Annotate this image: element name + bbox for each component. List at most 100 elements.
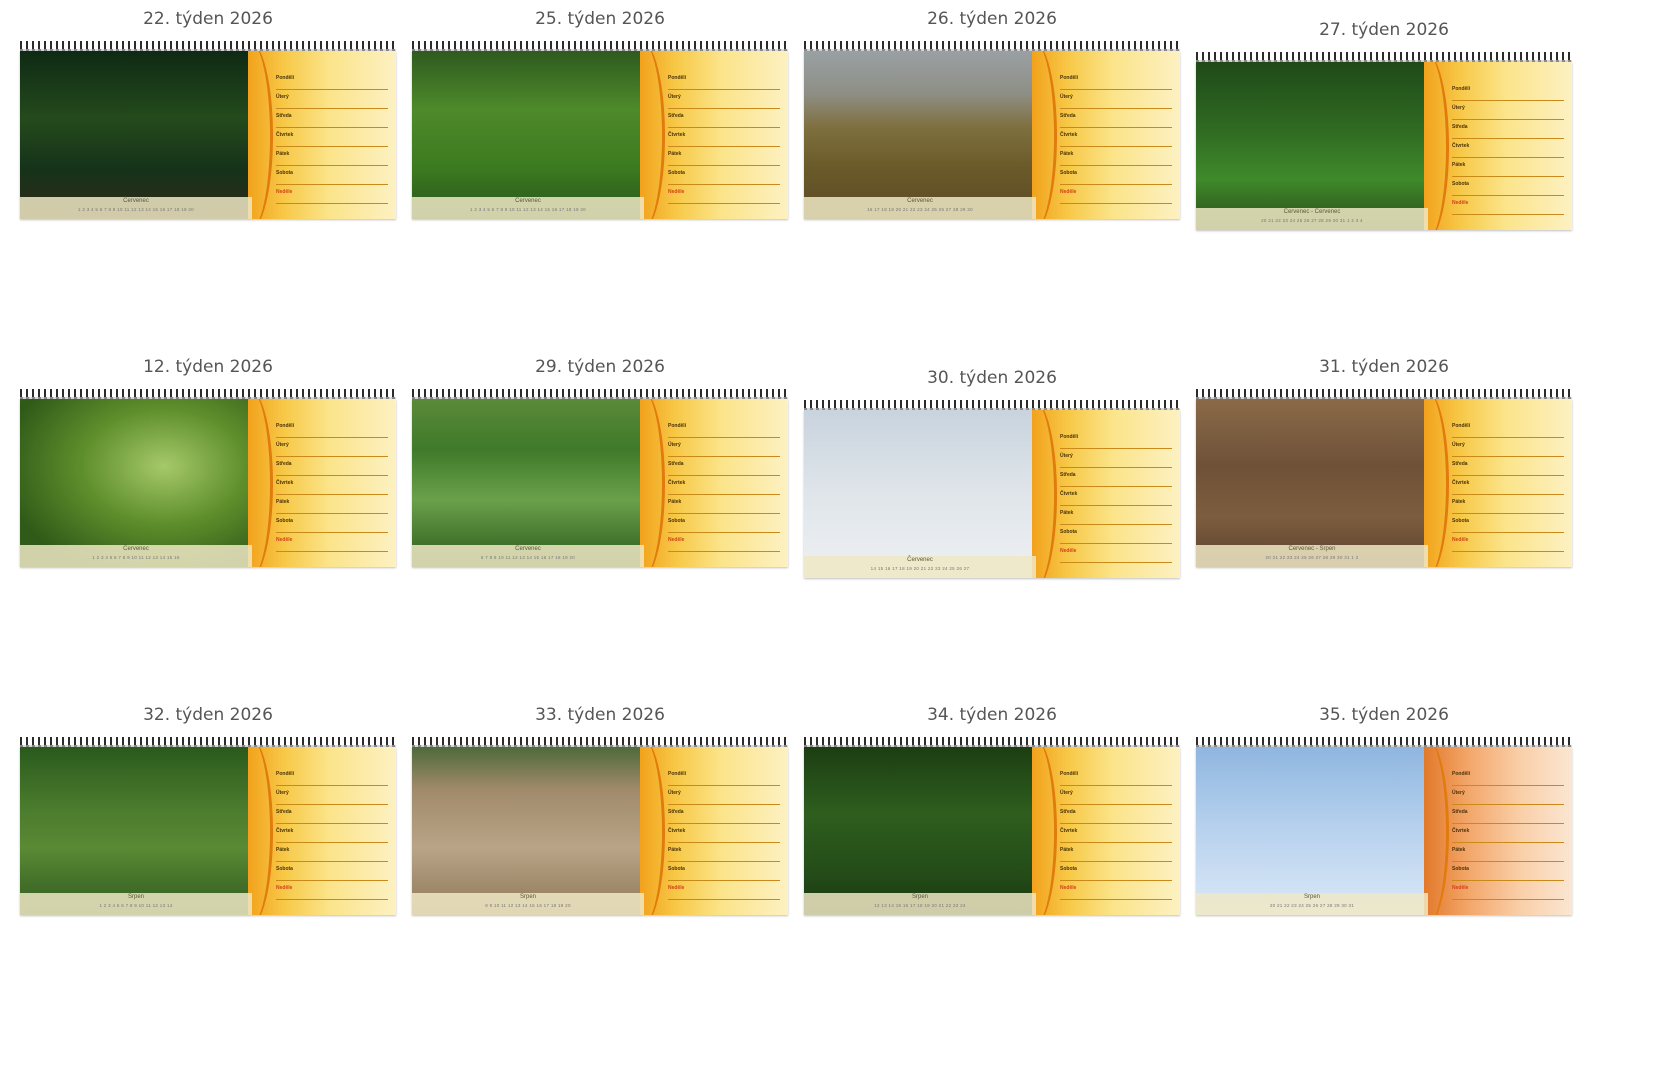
- calendar-thumbnail[interactable]: Pondělí Úterý Středa Čtvrtek Pátek Sobota Nedě…: [804, 737, 1180, 915]
- calendar-thumbnail[interactable]: Pondělí Úterý Středa Čtvrtek Pátek Sobota Nedě…: [804, 41, 1180, 219]
- calendar-thumbnail[interactable]: Pondělí Úterý Středa Čtvrtek Pátek Sobota Nedě…: [1196, 52, 1572, 230]
- month-days: 1 2 3 4 5 6 7 8 9 10 11 12 13 14: [99, 903, 173, 908]
- card-title: 33. týden 2026: [535, 705, 665, 725]
- planner-day-row: Pondělí: [1452, 769, 1564, 786]
- planner-day-label: Pondělí: [276, 771, 295, 777]
- calendar-thumbnail[interactable]: Pondělí Úterý Středa Čtvrtek Pátek Sobota Nedě…: [20, 737, 396, 915]
- planner-day-label: Úterý: [1452, 790, 1465, 796]
- planner-day-label: Středa: [668, 461, 684, 467]
- calendar-card[interactable]: 22. týden 2026 Pondělí Úterý Středa Čtvrtek P…: [20, 8, 396, 238]
- planner-day-row: Středa: [668, 459, 780, 476]
- planner-day-label: Pondělí: [276, 423, 295, 429]
- planner-day-row: Pátek: [276, 845, 388, 862]
- planner-day-label: Neděle: [1452, 537, 1469, 543]
- month-label: Srpen: [1303, 894, 1320, 900]
- planner-day-label: Čtvrtek: [1452, 828, 1470, 834]
- calendar-page: Pondělí Úterý Středa Čtvrtek Pátek Sobota Nedě…: [804, 747, 1180, 915]
- planner-day-label: Pondělí: [1452, 423, 1471, 429]
- calendar-page: Pondělí Úterý Středa Čtvrtek Pátek Sobota Nedě…: [804, 410, 1180, 578]
- planner-day-label: Úterý: [276, 442, 289, 448]
- planner-day-row: Čtvrtek: [1452, 478, 1564, 495]
- planner-day-label: Středa: [1060, 113, 1076, 119]
- calendar-thumbnail[interactable]: Pondělí Úterý Středa Čtvrtek Pátek Sobota Nedě…: [804, 400, 1180, 578]
- month-label: Červenec: [123, 546, 149, 552]
- planner-day-label: Středa: [1060, 809, 1076, 815]
- calendar-thumbnail[interactable]: Pondělí Úterý Středa Čtvrtek Pátek Sobota Nedě…: [1196, 737, 1572, 915]
- planner-day-label: Neděle: [1060, 548, 1077, 554]
- decorative-curve: [618, 51, 665, 219]
- planner-day-label: Neděle: [1452, 885, 1469, 891]
- planner-day-row: Čtvrtek: [1452, 141, 1564, 158]
- planner-day-row: Pátek: [668, 149, 780, 166]
- planner-day-label: Pondělí: [1452, 771, 1471, 777]
- planner-day-label: Sobota: [668, 518, 685, 524]
- calendar-card[interactable]: 34. týden 2026 Pondělí Úterý Středa Čtvrtek P…: [804, 704, 1180, 934]
- calendar-thumbnail[interactable]: Pondělí Úterý Středa Čtvrtek Pátek Sobota Nedě…: [20, 389, 396, 567]
- calendar-page: Pondělí Úterý Středa Čtvrtek Pátek Sobota Nedě…: [20, 399, 396, 567]
- calendar-page: Pondělí Úterý Středa Čtvrtek Pátek Sobota Nedě…: [20, 747, 396, 915]
- decorative-curve: [1010, 51, 1057, 219]
- calendar-card[interactable]: 35. týden 2026 Pondělí Úterý Středa Čtvrtek P…: [1196, 704, 1572, 934]
- planner-day-row: Středa: [276, 111, 388, 128]
- decorative-curve: [226, 399, 273, 567]
- calendar-thumbnail[interactable]: Pondělí Úterý Středa Čtvrtek Pátek Sobota Nedě…: [1196, 389, 1572, 567]
- calendar-page: Pondělí Úterý Středa Čtvrtek Pátek Sobota Nedě…: [412, 51, 788, 219]
- wildlife-photo: [804, 51, 1044, 219]
- calendar-card[interactable]: 26. týden 2026 Pondělí Úterý Středa Čtvrtek P…: [804, 8, 1180, 238]
- planner-day-row: Úterý: [1452, 788, 1564, 805]
- planner-day-row: Pondělí: [1452, 421, 1564, 438]
- planner-day-row: Neděle: [276, 883, 388, 900]
- month-strip: Červenec 1 2 3 4 5 6 7 8 9 10 11 12 13 14…: [412, 197, 644, 219]
- planner-day-row: Čtvrtek: [1060, 130, 1172, 147]
- calendar-card[interactable]: 27. týden 2026 Pondělí Úterý Středa Čtvrtek P…: [1196, 8, 1572, 238]
- month-days: 12 13 14 15 16 17 18 19 20 21 22 23 24: [874, 903, 966, 908]
- planner-day-row: Pátek: [1452, 160, 1564, 177]
- calendar-card[interactable]: 33. týden 2026 Pondělí Úterý Středa Čtvrtek P…: [412, 704, 788, 934]
- month-strip: Srpen 20 21 22 23 24 25 26 27 28 29 30 31: [1196, 893, 1428, 915]
- planner-day-row: Sobota: [276, 864, 388, 881]
- planner-day-row: Úterý: [1060, 451, 1172, 468]
- planner-day-row: Čtvrtek: [1060, 826, 1172, 843]
- calendar-thumbnail[interactable]: Pondělí Úterý Středa Čtvrtek Pátek Sobota Nedě…: [412, 41, 788, 219]
- calendar-card[interactable]: 31. týden 2026 Pondělí Úterý Středa Čtvrtek P…: [1196, 356, 1572, 586]
- month-label: Červenec: [515, 546, 541, 552]
- weekly-planner: Pondělí Úterý Středa Čtvrtek Pátek Sobota Nedě…: [248, 51, 396, 219]
- planner-day-row: Sobota: [668, 864, 780, 881]
- planner-day-label: Úterý: [668, 442, 681, 448]
- planner-day-label: Čtvrtek: [1060, 828, 1078, 834]
- calendar-card[interactable]: 29. týden 2026 Pondělí Úterý Středa Čtvrtek P…: [412, 356, 788, 586]
- weekly-planner: Pondělí Úterý Středa Čtvrtek Pátek Sobota Nedě…: [248, 747, 396, 915]
- calendar-card[interactable]: 32. týden 2026 Pondělí Úterý Středa Čtvrtek P…: [20, 704, 396, 934]
- planner-day-label: Pátek: [1060, 510, 1074, 516]
- calendar-card[interactable]: 25. týden 2026 Pondělí Úterý Středa Čtvrtek P…: [412, 8, 788, 238]
- card-title: 26. týden 2026: [927, 9, 1057, 29]
- wildlife-photo: [1196, 747, 1436, 915]
- planner-day-label: Čtvrtek: [276, 828, 294, 834]
- planner-day-row: Neděle: [1452, 883, 1564, 900]
- planner-day-row: Úterý: [276, 92, 388, 109]
- calendar-card[interactable]: 12. týden 2026 Pondělí Úterý Středa Čtvrtek P…: [20, 356, 396, 586]
- month-days: 20 21 22 23 24 25 26 27 28 29 30 31 1 2: [1265, 555, 1359, 560]
- card-title: 27. týden 2026: [1319, 20, 1449, 40]
- planner-day-label: Pátek: [276, 847, 290, 853]
- planner-day-row: Sobota: [1452, 516, 1564, 533]
- planner-day-label: Pátek: [1452, 162, 1466, 168]
- planner-day-row: Sobota: [1060, 864, 1172, 881]
- month-label: Červenec: [907, 557, 933, 563]
- planner-day-row: Čtvrtek: [1452, 826, 1564, 843]
- planner-day-row: Středa: [1060, 111, 1172, 128]
- weekly-planner: Pondělí Úterý Středa Čtvrtek Pátek Sobota Nedě…: [1032, 51, 1180, 219]
- planner-day-row: Pondělí: [276, 421, 388, 438]
- calendar-card[interactable]: 30. týden 2026 Pondělí Úterý Středa Čtvrtek P…: [804, 356, 1180, 586]
- planner-day-row: Středa: [668, 111, 780, 128]
- planner-day-label: Pondělí: [1060, 75, 1079, 81]
- planner-day-label: Pátek: [1060, 847, 1074, 853]
- planner-day-label: Středa: [276, 809, 292, 815]
- calendar-thumbnail[interactable]: Pondělí Úterý Středa Čtvrtek Pátek Sobota Nedě…: [20, 41, 396, 219]
- calendar-thumbnail[interactable]: Pondělí Úterý Středa Čtvrtek Pátek Sobota Nedě…: [412, 389, 788, 567]
- planner-day-label: Úterý: [1060, 453, 1073, 459]
- planner-day-row: Sobota: [1060, 527, 1172, 544]
- planner-day-row: Pondělí: [1060, 432, 1172, 449]
- calendar-thumbnail[interactable]: Pondělí Úterý Středa Čtvrtek Pátek Sobota Nedě…: [412, 737, 788, 915]
- planner-day-label: Úterý: [668, 790, 681, 796]
